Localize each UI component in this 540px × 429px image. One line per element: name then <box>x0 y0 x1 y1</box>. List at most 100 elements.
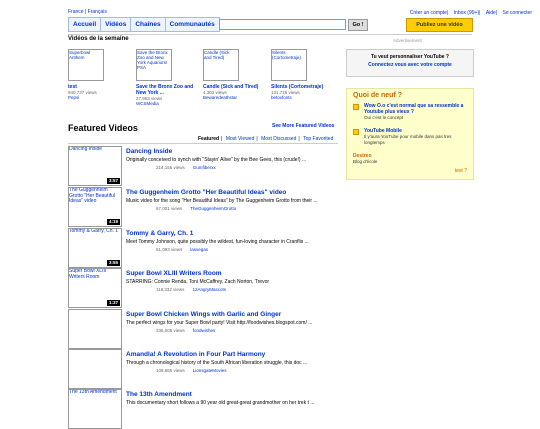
video-thumbnail[interactable] <box>68 349 122 389</box>
featured-video[interactable]: Amandla! A Revolution in Four Part Harmo… <box>68 349 340 389</box>
featured-divider <box>68 143 338 144</box>
thumbnail-alt-text: Dancing Inside <box>69 146 103 152</box>
featured-videos-title: Featured Videos <box>68 123 138 133</box>
video-meta: 108,665 views LionsgateMovies <box>156 368 227 373</box>
video-thumbnail[interactable]: Super Bowl XLIII Writers Room 1:37 <box>68 268 122 308</box>
personalize-title: Tu veut personnaliser YouTube ? <box>371 54 449 60</box>
personalize-box: Tu veut personnaliser YouTube ? Connecte… <box>346 49 474 77</box>
whats-new-title: Quoi de neuf ? <box>353 92 402 99</box>
tab-most-viewed[interactable]: Most Viewed <box>224 136 257 142</box>
video-thumbnail[interactable]: Candle (Sick and Tired) <box>203 49 239 81</box>
video-description: Music video for the song "Her Beautiful … <box>126 198 318 204</box>
video-meta: 61,093 views lasvegas <box>156 247 208 252</box>
video-meta: 336,005 views foodwishes <box>156 328 215 333</box>
video-title[interactable]: The Guggenheim Grotto "Her Beautiful Ide… <box>126 189 286 196</box>
week-video-item[interactable]: Superbowl Anthem test 940,737 views Peps… <box>68 49 128 100</box>
video-description: Through a chronological history of the S… <box>126 360 308 366</box>
video-thumbnail[interactable]: Silents (Cortometraje) <box>271 49 307 81</box>
video-user[interactable]: WCSMedia <box>136 101 196 106</box>
video-user[interactable]: Gumfiberxx <box>193 165 216 170</box>
tab-chaines[interactable]: Chaînes <box>131 18 166 31</box>
video-thumbnail[interactable]: The Guggenheim Grotto "Her Beautiful Ide… <box>68 187 122 227</box>
help-link[interactable]: Aide <box>486 10 496 16</box>
featured-video[interactable]: Super Bowl XLIII Writers Room 1:37 Super… <box>68 268 340 308</box>
personalize-login-link[interactable]: Connectez vous avec votre compte <box>347 62 473 68</box>
video-duration: 1:37 <box>106 300 120 306</box>
upload-video-button[interactable]: Publiez une vidéo <box>406 18 473 32</box>
video-meta: 67,001 views TheGuggenheimGrotto <box>156 206 236 211</box>
header-divider <box>68 34 472 35</box>
view-count: 61,093 views <box>156 247 183 252</box>
week-video-item[interactable]: Silents (Cortometraje) Silents (Cortomet… <box>271 49 331 100</box>
video-thumbnail[interactable]: Dancing Inside 3:57 <box>68 146 122 186</box>
video-description: Meet Tommy Johnson, quite possibly the w… <box>126 239 309 245</box>
whats-new-item: Wow O.o c'est normal que sa ressemble a … <box>353 103 471 121</box>
country-link[interactable]: France <box>68 9 84 15</box>
thumbnail-alt-text: Tommy & Garry, Ch. 1 <box>69 228 119 234</box>
video-meta: 214,155 views Gumfiberxx <box>156 165 216 170</box>
tab-videos[interactable]: Vidéos <box>101 18 132 31</box>
video-duration: 4:19 <box>106 219 120 225</box>
week-video-item[interactable]: Candle (Sick and Tired) Candle (Sick and… <box>203 49 263 100</box>
whats-new-item: YouTube Mobile Il y'aura YouTube pour mo… <box>353 128 471 145</box>
destreo-desc: Blog d'école <box>353 159 378 164</box>
login-link[interactable]: Se connecter <box>503 10 532 16</box>
featured-video[interactable]: The 13th Amendment The 13th Amendment Th… <box>68 389 340 429</box>
featured-video[interactable]: The Guggenheim Grotto "Her Beautiful Ide… <box>68 187 340 227</box>
video-user[interactable]: 12AngryMascots <box>192 287 226 292</box>
video-title[interactable]: Tommy & Garry, Ch. 1 <box>126 230 193 237</box>
featured-video[interactable]: Dancing Inside 3:57 Dancing Inside Origi… <box>68 146 340 186</box>
video-description: The perfect wings for your Super Bowl pa… <box>126 320 313 326</box>
tab-most-discussed[interactable]: Most Discussed <box>259 136 298 142</box>
thumbnail-alt-text: Super Bowl XLIII Writers Room <box>69 268 107 280</box>
create-account-link[interactable]: Créer un compte <box>410 10 447 16</box>
video-user[interactable]: betoxfonts <box>271 95 331 100</box>
video-duration: 3:57 <box>106 178 120 184</box>
video-title[interactable]: Save the Bronx Zoo and New York ... <box>136 84 196 96</box>
tab-top-favorited[interactable]: Top Favorited <box>301 136 335 142</box>
view-count: 214,155 views <box>156 165 185 170</box>
video-thumbnail[interactable] <box>68 309 122 349</box>
video-description: STARRING: Connie Renda, Toni McCaffrey, … <box>126 279 270 285</box>
video-title[interactable]: Super Bowl Chicken Wings with Garlic and… <box>126 311 281 318</box>
video-user[interactable]: Bewaredeathstar <box>203 95 263 100</box>
video-user[interactable]: lasvegas <box>190 247 208 252</box>
video-user[interactable]: LionsgateMovies <box>193 368 227 373</box>
video-description: This documentary short follows a 90 year… <box>126 400 315 406</box>
locale-links: France | Français <box>68 9 107 15</box>
see-more-featured-link[interactable]: See More Featured Videos <box>272 123 334 129</box>
view-count: 336,005 views <box>156 328 185 333</box>
video-title[interactable]: The 13th Amendment <box>126 391 192 398</box>
search-input[interactable] <box>219 19 346 30</box>
account-links: Créer un compte| Inbox (99+)| Aide| Se c… <box>409 10 532 16</box>
whats-new-item-desc: Il y'aura YouTube pour mobile dans pas t… <box>364 134 452 145</box>
video-thumbnail[interactable]: Tommy & Garry, Ch. 1 3:55 <box>68 228 122 268</box>
whats-new-box: Quoi de neuf ? Wow O.o c'est normal que … <box>346 88 474 180</box>
video-thumbnail[interactable]: Superbowl Anthem <box>68 49 104 81</box>
search-button[interactable]: Go ! <box>348 19 368 31</box>
language-link[interactable]: Français <box>88 9 107 15</box>
tab-communautes[interactable]: Communautés <box>165 18 219 31</box>
featured-tabs: Featured | Most Viewed | Most Discussed | T… <box>196 136 335 142</box>
featured-video[interactable]: Tommy & Garry, Ch. 1 3:55 Tommy & Garry,… <box>68 228 340 268</box>
video-description: Originally conceived to synch with "Stay… <box>126 157 307 163</box>
whats-new-item-title[interactable]: Wow O.o c'est normal que sa ressemble a … <box>364 103 471 115</box>
week-video-item[interactable]: Save the Bronx Zoo and New York Aquarium… <box>136 49 196 106</box>
video-title[interactable]: Amandla! A Revolution in Four Part Harmo… <box>126 351 265 358</box>
bullet-icon <box>353 129 359 135</box>
view-count: 118,332 views <box>156 287 185 292</box>
video-thumbnail[interactable]: The 13th Amendment <box>68 389 122 429</box>
featured-video[interactable]: Super Bowl Chicken Wings with Garlic and… <box>68 309 340 349</box>
video-user[interactable]: foodwishes <box>193 328 216 333</box>
video-user[interactable]: Pepsi <box>68 95 128 100</box>
whats-new-more-link[interactable]: test ? <box>455 168 467 174</box>
tab-featured[interactable]: Featured <box>196 136 221 142</box>
video-user[interactable]: TheGuggenheimGrotto <box>190 206 236 211</box>
video-title[interactable]: Super Bowl XLIII Writers Room <box>126 270 222 277</box>
video-title[interactable]: Dancing Inside <box>126 148 172 155</box>
video-duration: 3:55 <box>106 260 120 266</box>
tab-accueil[interactable]: Accueil <box>69 18 102 31</box>
inbox-link[interactable]: Inbox (99+) <box>454 10 479 16</box>
video-thumbnail[interactable]: Save the Bronx Zoo and New York Aquarium… <box>136 49 172 81</box>
main-nav: Accueil Vidéos Chaînes Communautés <box>68 17 220 32</box>
